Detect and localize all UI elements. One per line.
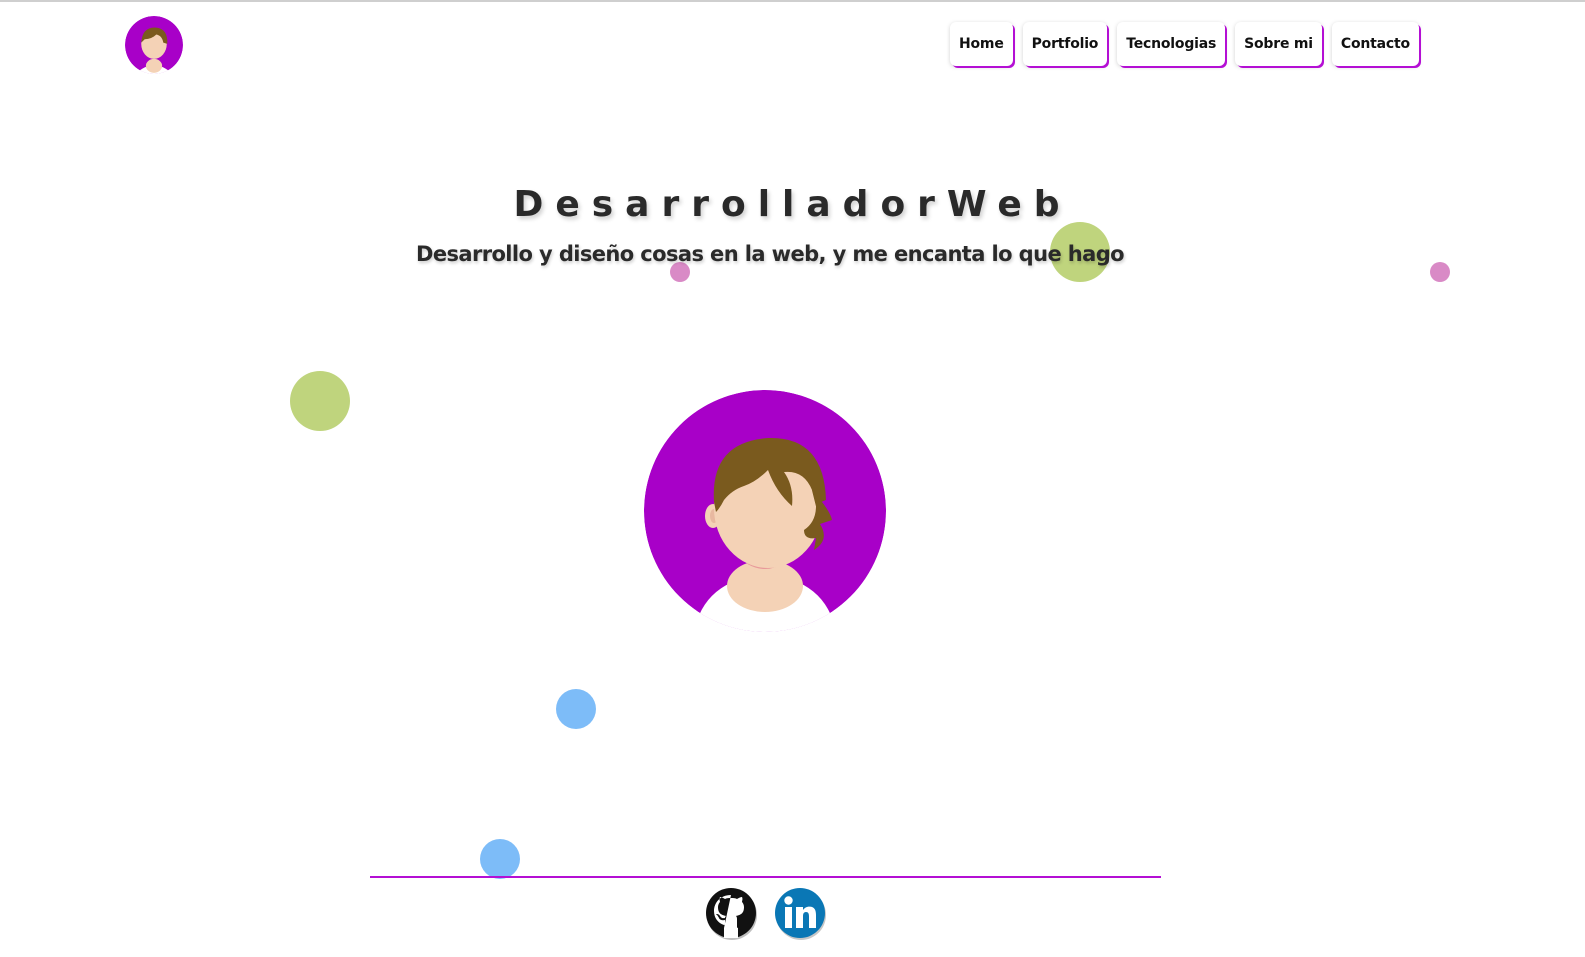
decor-dot-blue: [556, 689, 596, 729]
nav-tecnologias[interactable]: Tecnologias: [1117, 22, 1226, 66]
linkedin-icon[interactable]: [773, 886, 827, 940]
decor-dot-green: [290, 371, 350, 431]
top-border: [0, 0, 1585, 2]
nav-sobre-mi[interactable]: Sobre mi: [1235, 22, 1322, 66]
github-icon[interactable]: [705, 886, 759, 940]
footer-divider: [370, 876, 1161, 878]
logo-avatar-icon[interactable]: [125, 16, 183, 74]
nav-contacto[interactable]: Contacto: [1331, 22, 1419, 66]
hero-subtitle: Desarrollo y diseño cosas en la web, y m…: [416, 242, 1125, 266]
nav-portfolio[interactable]: Portfolio: [1022, 22, 1108, 66]
hero-title: DesarrolladorWeb: [513, 184, 1072, 225]
main-nav: Home Portfolio Tecnologias Sobre mi Cont…: [950, 22, 1419, 66]
decor-dot-blue: [480, 839, 520, 879]
nav-home[interactable]: Home: [950, 22, 1013, 66]
hero-avatar-icon: [644, 390, 886, 632]
